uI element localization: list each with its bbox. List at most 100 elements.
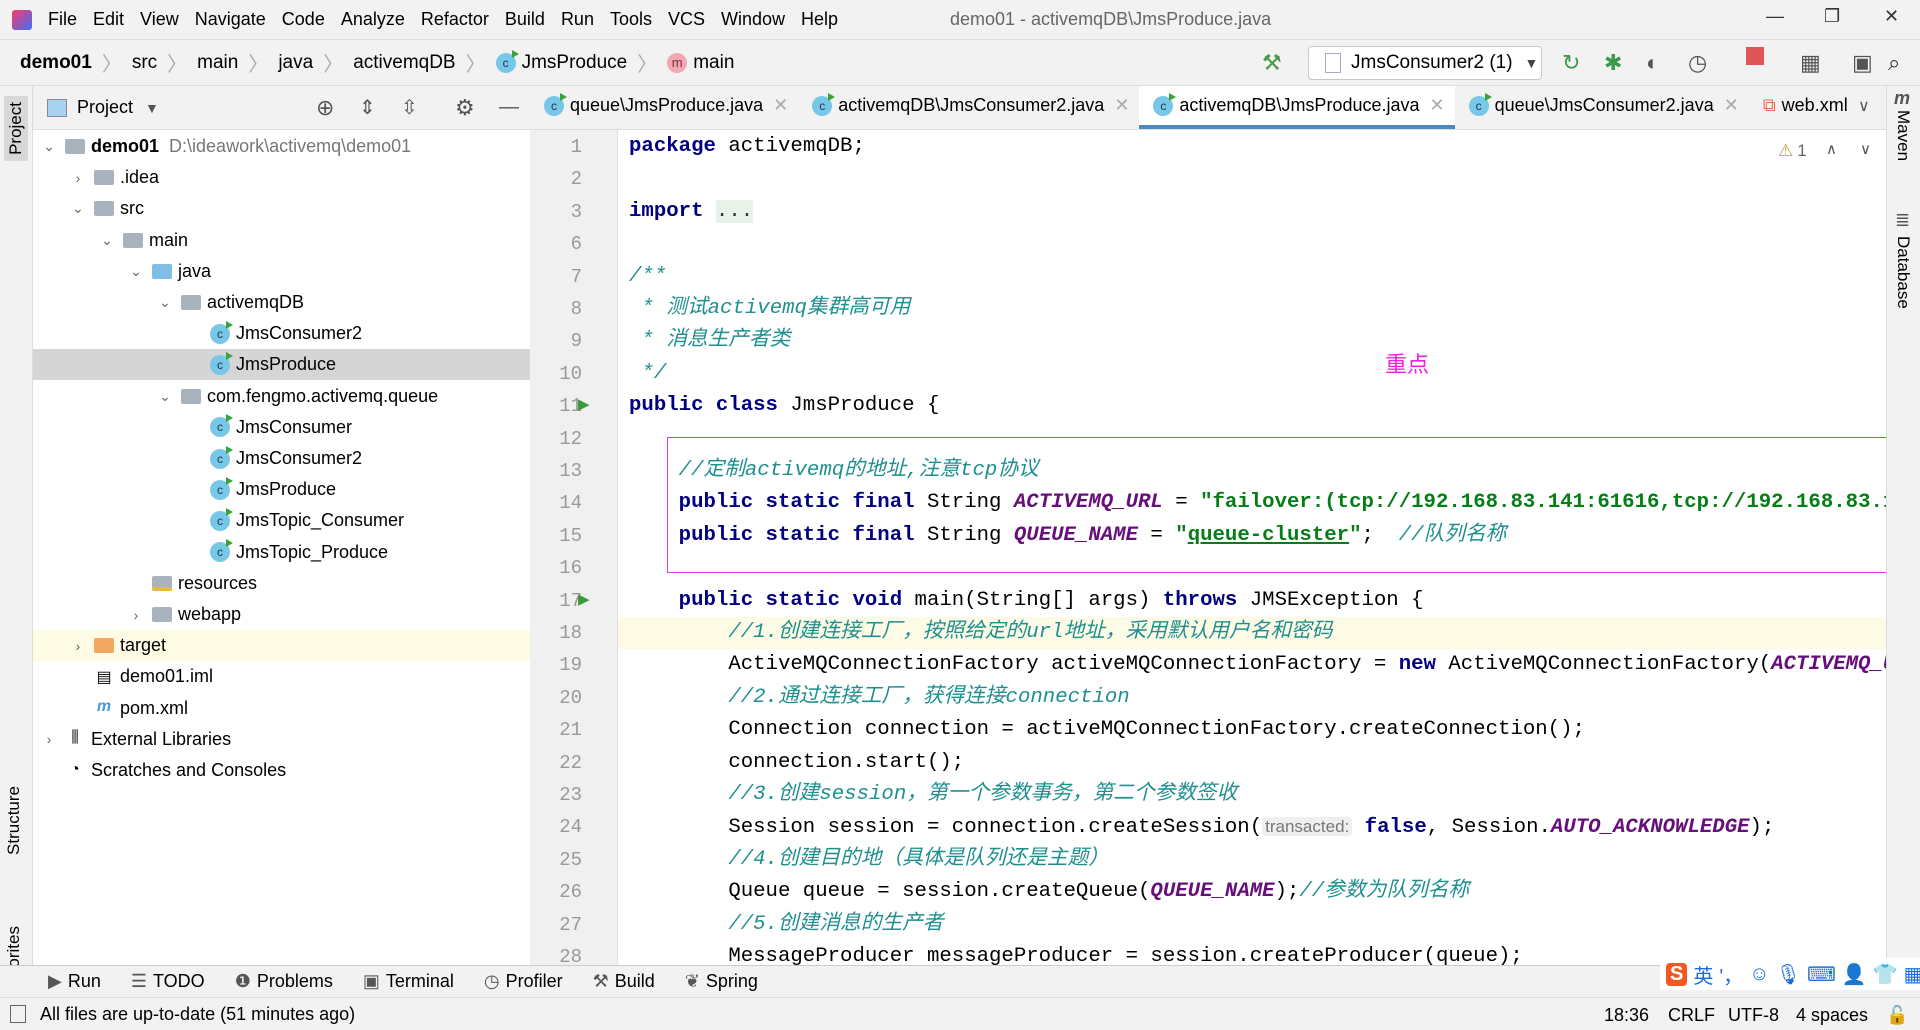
tool-window-profiler[interactable]: ◷ Profiler — [484, 971, 563, 992]
grid-icon[interactable]: ▦ — [1904, 962, 1920, 987]
run-anything-icon[interactable]: ▣ — [1852, 50, 1873, 76]
lock-icon[interactable]: 🔓 — [1886, 1005, 1908, 1026]
side-tab-structure[interactable]: Structure — [4, 786, 24, 855]
tree-item[interactable]: › ⫼ External Libraries — [33, 724, 530, 755]
tree-item[interactable]: resources — [33, 568, 530, 599]
tool-window-problems[interactable]: ❶ Problems — [235, 971, 333, 992]
breadcrumb-item[interactable]: activemqDB 〉 — [353, 48, 495, 77]
project-view-select[interactable]: Project — [77, 97, 133, 118]
menu-vcs[interactable]: VCS — [668, 9, 705, 30]
keyboard-icon[interactable]: ⌨ — [1807, 962, 1836, 987]
breadcrumb-item[interactable]: m main — [667, 52, 734, 74]
rerun-icon[interactable]: ↻ — [1562, 50, 1580, 76]
side-tab-project[interactable]: Project — [4, 96, 28, 161]
expand-all-icon[interactable]: ⇕ — [359, 95, 376, 120]
ime-toolbar[interactable]: S 英 '， ☺ 🎙 ⌨ 👤 👕 ▦ — [1660, 958, 1920, 990]
tool-window-terminal[interactable]: ▣ Terminal — [363, 971, 454, 992]
run-configuration-select[interactable]: JmsConsumer2 (1) ▼ — [1308, 46, 1542, 80]
hide-icon[interactable]: — — [499, 96, 519, 119]
editor-tab[interactable]: c queue\JmsConsumer2.java ✕ — [1455, 86, 1749, 129]
side-tab-maven[interactable]: Maven — [1893, 110, 1913, 161]
chevron-right-icon[interactable]: › — [41, 731, 57, 747]
menu-tools[interactable]: Tools — [610, 9, 652, 30]
build-hammer-icon[interactable]: ⚒ — [1262, 50, 1282, 76]
gear-icon[interactable]: ⚙ — [455, 95, 475, 121]
tree-item[interactable]: c JmsConsumer2 — [33, 318, 530, 349]
side-tab-database[interactable]: Database — [1893, 236, 1913, 309]
profile-icon[interactable]: ◷ — [1688, 50, 1707, 76]
tree-item[interactable]: › .idea — [33, 162, 530, 193]
tree-item[interactable]: c JmsProduce — [33, 349, 530, 381]
close-tab-icon[interactable]: ✕ — [1724, 95, 1739, 116]
menu-code[interactable]: Code — [282, 9, 325, 30]
chevron-down-icon[interactable]: ⌄ — [41, 138, 57, 155]
collapse-all-icon[interactable]: ⇳ — [401, 95, 418, 120]
tree-item[interactable]: ⌄ activemqDB — [33, 287, 530, 318]
emoji-icon[interactable]: ☺ — [1749, 963, 1769, 986]
project-structure-icon[interactable]: ▦ — [1800, 50, 1821, 76]
menu-window[interactable]: Window — [721, 9, 785, 30]
menu-file[interactable]: File — [48, 9, 77, 30]
tree-item[interactable]: › target — [33, 630, 530, 662]
close-tab-icon[interactable]: ✕ — [1430, 95, 1445, 116]
tree-item[interactable]: c JmsConsumer2 — [33, 443, 530, 474]
chevron-down-icon[interactable]: ⌄ — [128, 263, 144, 280]
tree-item[interactable]: c JmsConsumer — [33, 412, 530, 443]
run-gutter-icon[interactable]: ▶ — [578, 395, 590, 413]
chevron-down-icon[interactable]: ▼ — [145, 100, 159, 116]
prev-highlight-icon[interactable]: ∧ — [1826, 140, 1837, 158]
tree-item[interactable]: ▤ demo01.iml — [33, 661, 530, 692]
menu-edit[interactable]: Edit — [93, 9, 124, 30]
editor-tab[interactable]: ⧉ web.xml — [1749, 86, 1858, 129]
chevron-right-icon[interactable]: › — [128, 607, 144, 623]
next-highlight-icon[interactable]: ∨ — [1860, 140, 1871, 158]
caret-position[interactable]: 18:36 — [1604, 1005, 1649, 1026]
stop-icon[interactable] — [1746, 47, 1764, 65]
microphone-icon[interactable]: 🎙 — [1776, 962, 1801, 987]
tree-item[interactable]: ⌄ src — [33, 193, 530, 224]
tree-item[interactable]: ⌄ com.fengmo.activemq.queue — [33, 381, 530, 412]
run-gutter-icon[interactable]: ▶ — [578, 590, 590, 608]
tree-item[interactable]: c JmsProduce — [33, 474, 530, 505]
tree-item[interactable]: ⌄ demo01 D:\ideawork\activemq\demo01 — [33, 131, 530, 162]
restore-button[interactable]: ❐ — [1824, 6, 1840, 27]
ime-punctuation[interactable]: '， — [1719, 960, 1743, 989]
close-tab-icon[interactable]: ✕ — [773, 95, 788, 116]
tree-item[interactable]: ⌄ java — [33, 256, 530, 287]
tree-item[interactable]: c JmsTopic_Produce — [33, 537, 530, 568]
tabs-overflow-chevron-icon[interactable]: ∨ — [1858, 96, 1870, 116]
chevron-down-icon[interactable]: ⌄ — [157, 388, 173, 405]
editor-tab[interactable]: c activemqDB\JmsProduce.java ✕ — [1139, 86, 1455, 129]
chevron-right-icon[interactable]: › — [70, 638, 86, 654]
chevron-down-icon[interactable]: ⌄ — [99, 232, 115, 249]
chevron-right-icon[interactable]: › — [70, 170, 86, 186]
ime-language[interactable]: 英 — [1693, 960, 1713, 989]
breadcrumb-item[interactable]: c JmsProduce 〉 — [495, 48, 668, 77]
debug-icon[interactable]: ✱ — [1604, 50, 1622, 76]
user-icon[interactable]: 👤 — [1842, 962, 1867, 987]
skin-icon[interactable]: 👕 — [1873, 962, 1898, 987]
tree-item[interactable]: m pom.xml — [33, 693, 530, 724]
close-tab-icon[interactable]: ✕ — [1114, 95, 1129, 116]
coverage-icon[interactable]: ◐ — [1646, 50, 1659, 76]
tool-window-run[interactable]: ▶ Run — [48, 971, 101, 992]
line-separator[interactable]: CRLF — [1668, 1005, 1715, 1026]
breadcrumb-item[interactable]: demo01 〉 — [20, 48, 132, 77]
tree-item[interactable]: › webapp — [33, 599, 530, 630]
indent-setting[interactable]: 4 spaces — [1796, 1005, 1868, 1026]
close-window-button[interactable]: ✕ — [1884, 6, 1899, 27]
menu-run[interactable]: Run — [561, 9, 594, 30]
tree-item[interactable]: c JmsTopic_Consumer — [33, 505, 530, 536]
warning-icon[interactable]: ⚠ 1 — [1778, 141, 1807, 161]
tool-window-build[interactable]: ⚒ Build — [593, 971, 655, 992]
chevron-down-icon[interactable]: ⌄ — [70, 200, 86, 217]
editor-tab[interactable]: c queue\JmsProduce.java ✕ — [530, 86, 798, 129]
menu-help[interactable]: Help — [801, 9, 838, 30]
tree-item[interactable]: ⌄ main — [33, 225, 530, 256]
minimize-button[interactable]: — — [1766, 6, 1784, 27]
tool-window-todo[interactable]: ☰ TODO — [131, 971, 205, 992]
tool-window-spring[interactable]: ❦ Spring — [685, 971, 758, 992]
search-icon[interactable]: ⌕ — [1888, 50, 1900, 76]
menu-build[interactable]: Build — [505, 9, 545, 30]
menu-analyze[interactable]: Analyze — [341, 9, 405, 30]
